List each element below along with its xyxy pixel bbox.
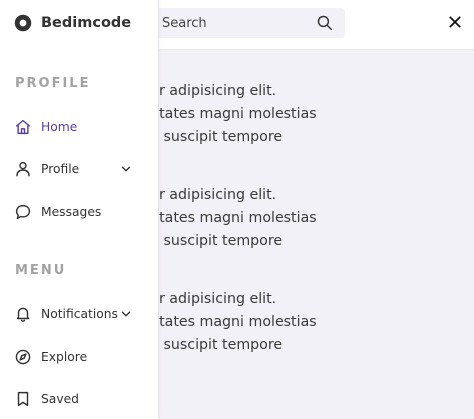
- sidebar-item-label: Home: [41, 120, 78, 134]
- home-icon: [15, 119, 31, 135]
- message-icon: [15, 204, 31, 220]
- sidebar-item-notifications[interactable]: Notifications: [14, 303, 144, 325]
- sidebar-item-messages[interactable]: Messages: [14, 201, 144, 223]
- sidebar-item-label: Notifications: [41, 307, 118, 321]
- sidebar-item-label: Profile: [41, 162, 80, 176]
- search-box[interactable]: [150, 8, 345, 38]
- chevron-down-icon[interactable]: [120, 163, 132, 175]
- sidebar-item-explore[interactable]: Explore: [14, 346, 144, 368]
- section-title-menu: MENU: [15, 263, 67, 278]
- search-icon[interactable]: [316, 14, 333, 31]
- compass-icon: [15, 349, 31, 365]
- user-icon: [16, 161, 30, 177]
- brand[interactable]: Bedimcode: [14, 12, 131, 34]
- bookmark-icon: [17, 391, 29, 407]
- close-icon[interactable]: [447, 14, 463, 30]
- sidebar-item-label: Saved: [41, 392, 79, 406]
- sidebar-item-saved[interactable]: Saved: [14, 388, 144, 410]
- sidebar-item-profile[interactable]: Profile: [14, 158, 144, 180]
- sidebar-item-label: Explore: [41, 350, 88, 364]
- search-input[interactable]: [162, 8, 312, 38]
- chevron-down-icon[interactable]: [120, 308, 132, 320]
- section-title-profile: PROFILE: [15, 76, 91, 91]
- sidebar-item-label: Messages: [41, 205, 102, 219]
- sidebar: Bedimcode PROFILE Home Profile Messages …: [0, 0, 159, 419]
- brand-circle-icon: [14, 14, 32, 32]
- sidebar-item-home[interactable]: Home: [14, 116, 144, 138]
- brand-name: Bedimcode: [41, 15, 132, 31]
- bell-icon: [16, 307, 30, 322]
